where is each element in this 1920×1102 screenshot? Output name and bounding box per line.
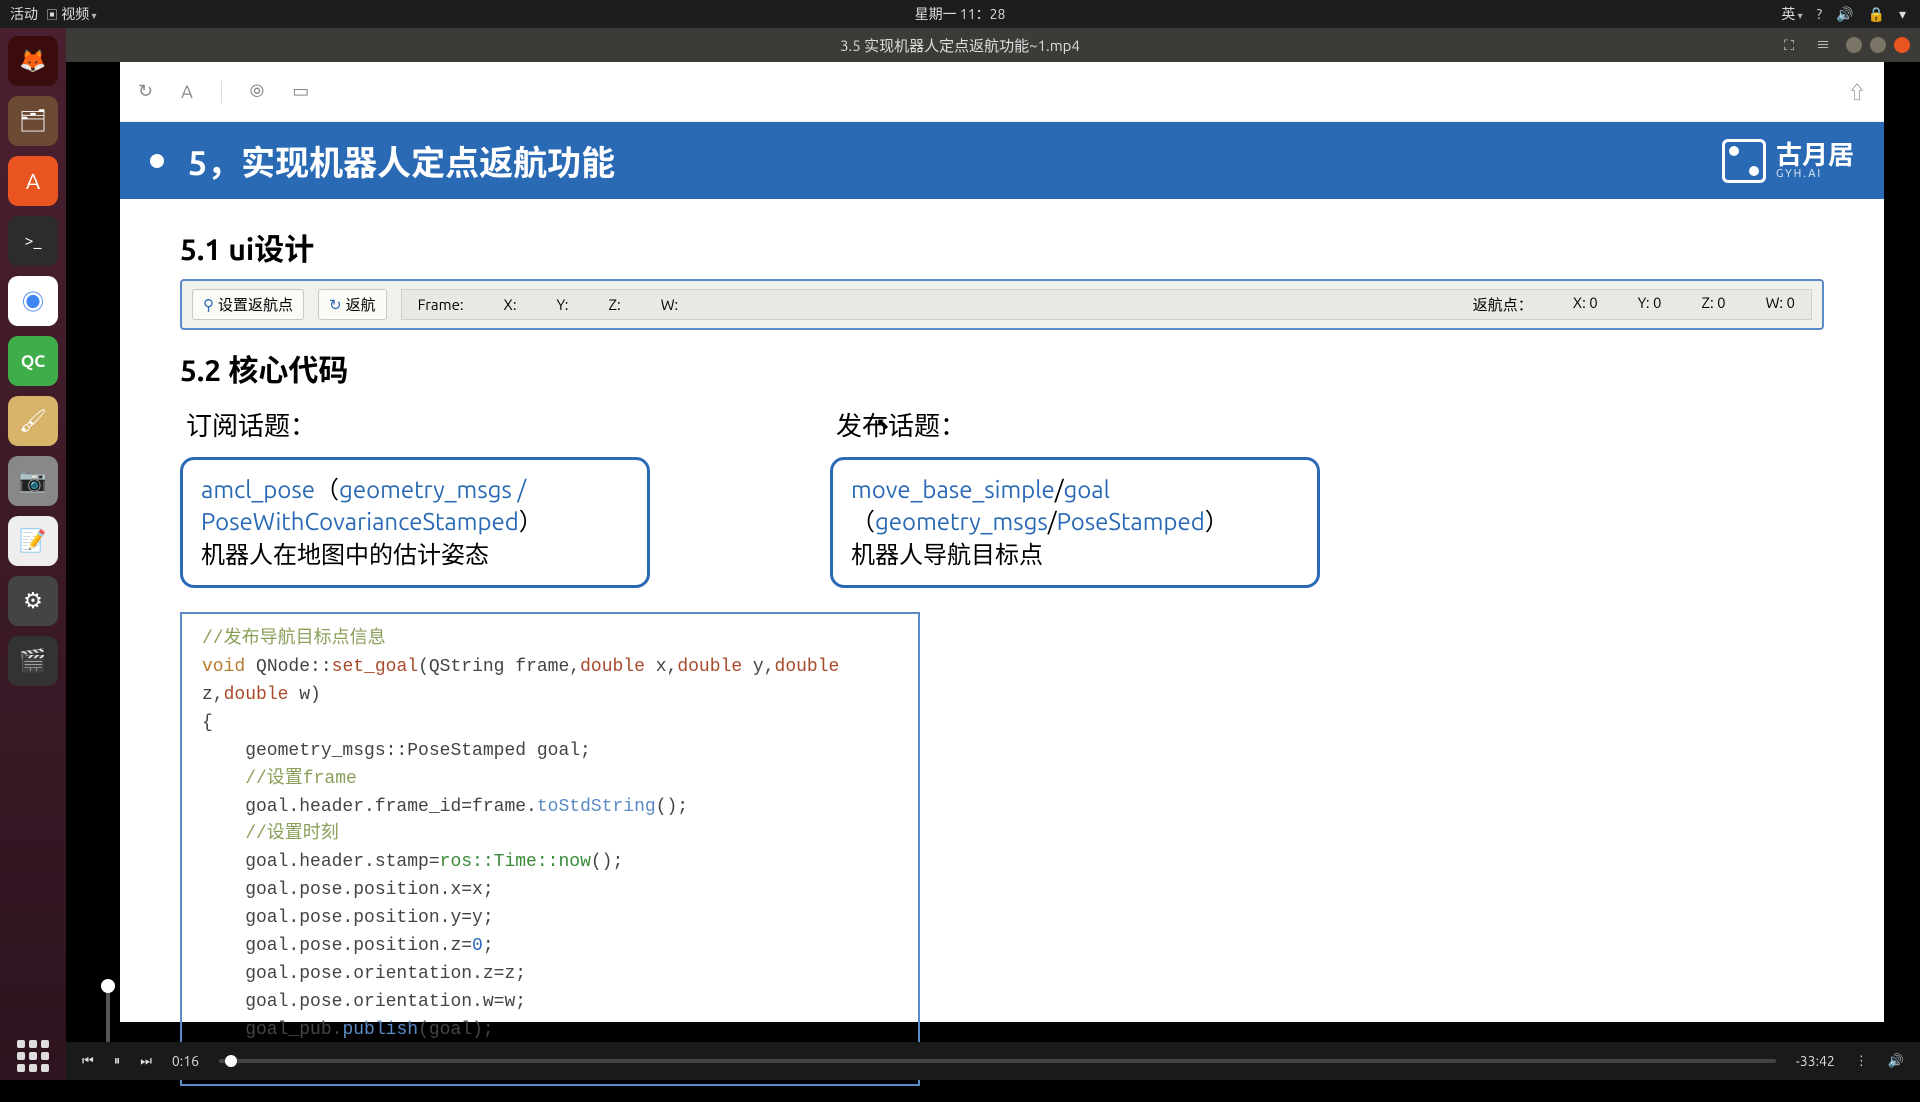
code-line: goal.pose.position.y=y; [202, 905, 898, 933]
y-label: Y: [557, 296, 569, 313]
code-line: goal.pose.orientation.z=z; [202, 961, 898, 989]
skip-back-button[interactable]: ⏮ [82, 1054, 94, 1069]
z-label: Z: [608, 296, 620, 313]
video-frame-content: ↻ A ⦾ ▭ ⇧ 5，实现机器人定点返航功能 古月居 GYH.AI 5.1 u… [120, 62, 1884, 1022]
bullet-icon [150, 154, 164, 168]
launcher-dock: 🦊 🗂 A >_ ◉ QC 🖌 📷 📝 ⚙ 🎬 [0, 28, 66, 1080]
x-label: X: [504, 296, 517, 313]
volume-thumb[interactable] [101, 979, 115, 993]
system-menu[interactable]: ▾ [1899, 6, 1906, 23]
subscribe-heading: 订阅话题： [180, 400, 650, 457]
slide-title: 5，实现机器人定点返航功能 [188, 136, 615, 185]
brand-logo: 古月居 GYH.AI [1722, 139, 1854, 183]
window-title: 3.5 实现机器人定点返航功能~1.mp4 [840, 35, 1080, 56]
set-return-point-button[interactable]: ⚲设置返航点 [192, 289, 304, 320]
pin-icon: ⚲ [203, 296, 214, 314]
code-line: goal.header.frame_id=frame.toStdString()… [202, 794, 898, 822]
launcher-qtcreator[interactable]: QC [8, 336, 58, 386]
code-box: //发布导航目标点信息 void QNode::set_goal(QString… [180, 612, 920, 1086]
launcher-screenshot[interactable]: 📷 [8, 456, 58, 506]
code-line: goal.pose.position.z=0; [202, 933, 898, 961]
reload-icon[interactable]: ↻ [138, 81, 153, 102]
code-line: goal.header.stamp=ros::Time::now(); [202, 849, 898, 877]
slide-banner: 5，实现机器人定点返航功能 古月居 GYH.AI [120, 122, 1884, 199]
play-pause-button[interactable]: ⏸ [114, 1054, 121, 1069]
volume-icon[interactable]: 🔊 [1836, 6, 1853, 23]
return-button[interactable]: ↻返航 [318, 289, 387, 320]
nav-x-value: X: 0 [1573, 294, 1598, 315]
code-line: //设置frame [202, 766, 898, 794]
video-player: ↻ A ⦾ ▭ ⇧ 5，实现机器人定点返航功能 古月居 GYH.AI 5.1 u… [66, 62, 1920, 1080]
brand-logo-text: 古月居 [1776, 142, 1854, 168]
nav-w-value: W: 0 [1766, 294, 1795, 315]
launcher-software[interactable]: A [8, 156, 58, 206]
link-icon[interactable]: ⦾ [250, 81, 264, 102]
window-title-bar: ‹ 3.5 实现机器人定点返航功能~1.mp4 ⛶ ≡ [0, 28, 1920, 62]
publish-topic-box: move_base_simple/goal （geometry_msgs/Pos… [830, 457, 1320, 588]
heading-5-2: 5.2 核心代码 [180, 340, 1824, 400]
publish-column: 发布话题： move_base_simple/goal （geometry_ms… [830, 400, 1320, 588]
code-line: //设置时刻 [202, 821, 898, 849]
w-label: W: [661, 296, 678, 313]
help-icon[interactable]: ? [1817, 6, 1822, 22]
volume-slider[interactable] [106, 982, 110, 1042]
code-line: //发布导航目标点信息 [202, 626, 898, 654]
subscribe-column: 订阅话题： amcl_pose（geometry_msgs / PoseWith… [180, 400, 650, 588]
fullscreen-icon[interactable]: ⛶ [1778, 34, 1800, 56]
elapsed-time: 0:16 [172, 1053, 199, 1069]
launcher-chrome[interactable]: ◉ [8, 276, 58, 326]
undo-icon: ↻ [329, 296, 342, 314]
launcher-settings[interactable]: ⚙ [8, 576, 58, 626]
nav-y-value: Y: 0 [1638, 294, 1662, 315]
app-menu[interactable]: ▣ 视频 [46, 4, 97, 24]
separator [221, 81, 222, 103]
skip-forward-button[interactable]: ⏭ [140, 1054, 152, 1069]
code-line: goal_pub.publish(goal); [202, 1017, 898, 1045]
launcher-video[interactable]: 🎬 [8, 636, 58, 686]
launcher-files[interactable]: 🗂 [8, 96, 58, 146]
readouts-panel: Frame: X: Y: Z: W: 返航点： X: 0 Y: 0 Z: 0 W… [401, 289, 1812, 320]
share-icon[interactable]: ⇧ [1848, 79, 1866, 105]
code-line: geometry_msgs::PoseStamped goal; [202, 738, 898, 766]
ui-design-bar: ⚲设置返航点 ↻返航 Frame: X: Y: Z: W: 返航点： X: 0 … [180, 279, 1824, 330]
clock[interactable]: 星期一 11：28 [915, 4, 1006, 24]
heading-5-1: 5.1 ui设计 [180, 215, 1824, 279]
font-icon[interactable]: A [181, 82, 193, 102]
brand-logo-subtext: GYH.AI [1776, 168, 1854, 180]
hamburger-menu-icon[interactable]: ≡ [1812, 34, 1834, 56]
content-toolbar: ↻ A ⦾ ▭ ⇧ [120, 62, 1884, 122]
brand-logo-icon [1722, 139, 1766, 183]
launcher-terminal[interactable]: >_ [8, 216, 58, 266]
remaining-time: -33:42 [1796, 1053, 1835, 1069]
code-line: goal.pose.orientation.w=w; [202, 989, 898, 1017]
launcher-apps-button[interactable] [0, 1032, 66, 1080]
player-controls: ⏮ ⏸ ⏭ 0:16 -33:42 ⋮ 🔊 [66, 1042, 1920, 1080]
publish-heading: 发布话题： [830, 400, 1320, 457]
system-top-bar: 活动 ▣ 视频 星期一 11：28 英 ? 🔊 🔒 ▾ [0, 0, 1920, 28]
frame-label: Frame: [418, 296, 464, 313]
cursor-icon: ⬉ [876, 414, 889, 433]
activities-button[interactable]: 活动 [10, 4, 38, 24]
progress-bar[interactable] [219, 1059, 1776, 1063]
subscribe-topic-box: amcl_pose（geometry_msgs / PoseWithCovari… [180, 457, 650, 588]
progress-thumb[interactable] [225, 1055, 237, 1067]
code-line: goal.pose.position.x=x; [202, 877, 898, 905]
code-line: { [202, 710, 898, 738]
window-minimize-button[interactable] [1846, 37, 1862, 53]
volume-button-icon[interactable]: 🔊 [1888, 1054, 1904, 1069]
launcher-text-editor[interactable]: 📝 [8, 516, 58, 566]
video-icon: ▣ [46, 9, 58, 22]
launcher-paint[interactable]: 🖌 [8, 396, 58, 446]
code-line: void QNode::set_goal(QString frame,doubl… [202, 654, 898, 710]
slide-body: 5.1 ui设计 ⚲设置返航点 ↻返航 Frame: X: Y: Z: W: 返… [120, 199, 1884, 1102]
view-icon[interactable]: ▭ [292, 81, 309, 102]
ime-indicator[interactable]: 英 [1781, 4, 1802, 24]
launcher-firefox[interactable]: 🦊 [8, 36, 58, 86]
audio-menu-icon[interactable]: ⋮ [1855, 1054, 1868, 1069]
nav-point-label: 返航点： [1473, 294, 1533, 315]
lock-icon[interactable]: 🔒 [1868, 6, 1885, 23]
window-maximize-button[interactable] [1870, 37, 1886, 53]
nav-z-value: Z: 0 [1702, 294, 1726, 315]
window-close-button[interactable] [1894, 37, 1910, 53]
